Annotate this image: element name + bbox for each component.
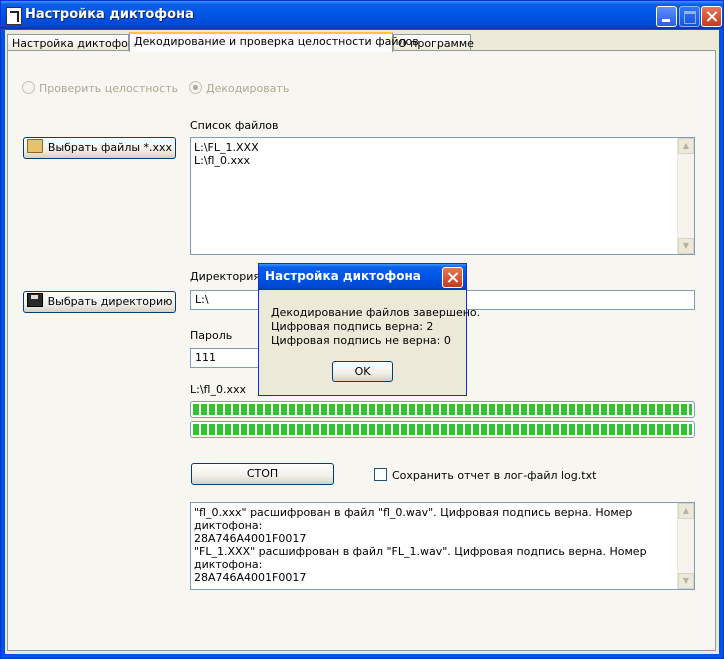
radio-decode-label: Декодировать bbox=[206, 82, 290, 95]
select-directory-label: Выбрать директорию bbox=[47, 295, 173, 308]
radio-decode[interactable]: Декодировать bbox=[189, 81, 289, 95]
file-list-label: Список файлов bbox=[190, 119, 279, 132]
password-label: Пароль bbox=[190, 329, 233, 342]
log-line: "fl_0.xxx" расшифрован в файл "fl_0.wav"… bbox=[194, 506, 633, 532]
dialog-message-invalid: Цифровая подпись не верна: 0 bbox=[271, 334, 451, 347]
progress-bar-total bbox=[190, 401, 695, 418]
scroll-up-arrow-icon[interactable]: ▲ bbox=[678, 138, 694, 154]
log-line: "FL_1.XXX" расшифрован в файл "FL_1.wav"… bbox=[194, 545, 647, 571]
log-line: 28A746A4001F0017 bbox=[194, 532, 307, 545]
file-list-item[interactable]: L:\fl_0.xxx bbox=[194, 154, 691, 167]
current-file-label: L:\fl_0.xxx bbox=[190, 383, 246, 396]
window-title: Настройка диктофона bbox=[25, 7, 194, 22]
dialog-message-status: Декодирование файлов завершено. bbox=[271, 306, 481, 319]
select-directory-button[interactable]: Выбрать директорию bbox=[23, 291, 176, 313]
dialog-title: Настройка диктофона bbox=[265, 269, 421, 283]
radio-verify[interactable]: Проверить целостность bbox=[22, 81, 178, 95]
dialog-ok-button[interactable]: OK bbox=[332, 361, 393, 382]
file-list-scrollbar[interactable]: ▲ ▼ bbox=[677, 138, 694, 254]
progress-bar-file bbox=[190, 421, 695, 438]
radio-decode-circle[interactable] bbox=[189, 81, 202, 94]
dialog-message-valid: Цифровая подпись верна: 2 bbox=[271, 320, 434, 333]
file-list-item[interactable]: L:\FL_1.XXX bbox=[194, 141, 691, 154]
radio-verify-label: Проверить целостность bbox=[39, 82, 179, 95]
progress-bar-file-fill bbox=[193, 424, 692, 435]
scroll-down-arrow-icon[interactable]: ▼ bbox=[678, 238, 694, 254]
log-scrollbar[interactable]: ▲ ▼ bbox=[677, 503, 694, 589]
dialog-title-bar[interactable]: Настройка диктофона bbox=[259, 264, 466, 290]
floppy-disk-icon bbox=[26, 293, 43, 307]
radio-verify-circle[interactable] bbox=[22, 81, 35, 94]
close-button[interactable] bbox=[701, 6, 722, 27]
main-window: Настройка диктофона Настройка диктофона … bbox=[0, 0, 724, 659]
log-output[interactable]: "fl_0.xxx" расшифрован в файл "fl_0.wav"… bbox=[190, 502, 695, 590]
completion-dialog: Настройка диктофона Декодирование файлов… bbox=[258, 263, 480, 396]
tab-recorder-settings[interactable]: Настройка диктофона bbox=[7, 34, 142, 51]
app-icon bbox=[6, 7, 22, 25]
progress-bar-total-fill bbox=[193, 404, 692, 415]
log-line: 28A746A4001F0017 bbox=[194, 571, 307, 584]
select-files-label: Выбрать файлы *.xxx bbox=[47, 141, 173, 154]
save-log-checkbox-box[interactable] bbox=[374, 468, 387, 481]
scroll-up-arrow-icon[interactable]: ▲ bbox=[678, 503, 694, 519]
dialog-close-button[interactable] bbox=[442, 267, 463, 288]
scroll-down-arrow-icon[interactable]: ▼ bbox=[678, 573, 694, 589]
select-files-button[interactable]: Выбрать файлы *.xxx bbox=[23, 137, 176, 159]
minimize-button[interactable] bbox=[656, 6, 677, 27]
save-log-checkbox[interactable]: Сохранить отчет в лог-файл log.txt bbox=[374, 468, 596, 482]
stop-button[interactable]: СТОП bbox=[191, 463, 334, 485]
password-field[interactable]: 111 bbox=[190, 348, 265, 368]
title-bar[interactable]: Настройка диктофона bbox=[1, 1, 723, 29]
file-list[interactable]: L:\FL_1.XXX L:\fl_0.xxx ▲ ▼ bbox=[190, 137, 695, 255]
save-log-label: Сохранить отчет в лог-файл log.txt bbox=[392, 469, 597, 482]
maximize-button[interactable] bbox=[679, 6, 700, 27]
tab-decode-verify[interactable]: Декодирование и проверка целостности фай… bbox=[129, 32, 419, 52]
folder-open-icon bbox=[26, 139, 43, 153]
